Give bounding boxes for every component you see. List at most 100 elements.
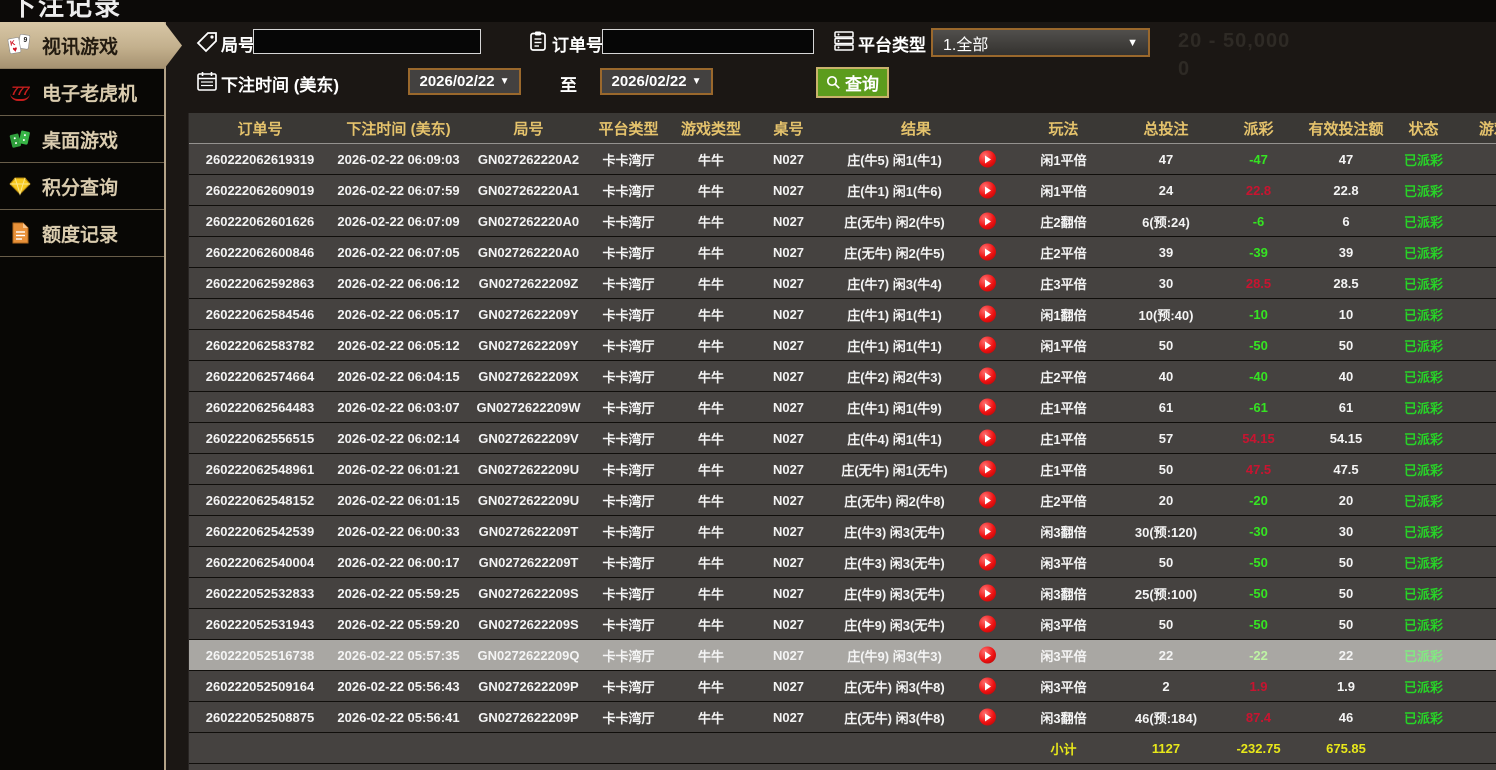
play-video-button[interactable] [979, 368, 996, 385]
cell-result: 庄(牛9) 闲3(无牛) [821, 578, 1011, 609]
play-video-button[interactable] [979, 616, 996, 633]
result-text: 庄(无牛) 闲2(牛5) [844, 215, 944, 230]
cell-order-no: 260222052509164 [189, 671, 331, 702]
cell-result: 庄(牛5) 闲1(牛1) [821, 144, 1011, 175]
cell-bet-time: 2026-02-22 05:59:25 [331, 578, 466, 609]
cell-platform-type: 卡卡湾厅 [591, 454, 666, 485]
play-video-button[interactable] [979, 430, 996, 447]
table-row[interactable]: 2602220625400042026-02-22 06:00:17GN0272… [189, 547, 1496, 578]
cell-round-no: GN027262220A2 [466, 144, 591, 175]
cell-game-type: 牛牛 [666, 702, 756, 733]
table-row[interactable]: 2602220525319432026-02-22 05:59:20GN0272… [189, 609, 1496, 640]
cell-total-bet: 20 [1116, 485, 1216, 516]
cell-table-no: N027 [756, 702, 821, 733]
col-header-round-no: 局号 [466, 113, 591, 144]
platform-type-select[interactable]: 1.全部 ▼ [931, 28, 1150, 57]
sidebar-item-label: 视讯游戏 [42, 32, 118, 59]
cell-game-type: 牛牛 [666, 609, 756, 640]
cell-order-no: 260222062540004 [189, 547, 331, 578]
cell-game-type: 牛牛 [666, 361, 756, 392]
sidebar-item-slots[interactable]: 777 电子老虎机 [0, 69, 164, 116]
play-video-button[interactable] [979, 461, 996, 478]
cell-total-bet: 61 [1116, 392, 1216, 423]
play-video-button[interactable] [979, 585, 996, 602]
cell-bet-time: 2026-02-22 05:59:20 [331, 609, 466, 640]
round-no-input[interactable] [253, 29, 481, 54]
order-no-label: 订单号 [552, 31, 603, 56]
cell-play-method: 闲1平倍 [1011, 144, 1116, 175]
play-video-button[interactable] [979, 554, 996, 571]
table-row[interactable]: 2602220625845462026-02-22 06:05:17GN0272… [189, 299, 1496, 330]
play-video-button[interactable] [979, 709, 996, 726]
play-video-button[interactable] [979, 647, 996, 664]
cell-platform-type: 卡卡湾厅 [591, 547, 666, 578]
table-row[interactable]: 2602220525091642026-02-22 05:56:43GN0272… [189, 671, 1496, 702]
cell-game-extra [1456, 547, 1496, 578]
search-icon [826, 75, 841, 90]
table-row[interactable]: 2602220625644832026-02-22 06:03:07GN0272… [189, 392, 1496, 423]
footer-empty-cell [756, 764, 821, 770]
sidebar-item-video-games[interactable]: 9 K♥ 视讯游戏 [0, 22, 189, 69]
sidebar-item-table-games[interactable]: 桌面游戏 [0, 116, 164, 163]
play-video-button[interactable] [979, 399, 996, 416]
chevron-down-icon: ▼ [500, 76, 510, 87]
table-row[interactable]: 2602220625837822026-02-22 06:05:12GN0272… [189, 330, 1496, 361]
table-row[interactable]: 2602220625746642026-02-22 06:04:15GN0272… [189, 361, 1496, 392]
play-video-button[interactable] [979, 337, 996, 354]
table-row[interactable]: 2602220525167382026-02-22 05:57:35GN0272… [189, 640, 1496, 671]
table-row[interactable]: 2602220626008462026-02-22 06:07:05GN0272… [189, 237, 1496, 268]
table-row[interactable]: 2602220625928632026-02-22 06:06:12GN0272… [189, 268, 1496, 299]
play-video-button[interactable] [979, 492, 996, 509]
play-video-button[interactable] [979, 213, 996, 230]
cell-total-bet: 50 [1116, 330, 1216, 361]
cell-status: 已派彩 [1391, 423, 1456, 454]
cell-platform-type: 卡卡湾厅 [591, 392, 666, 423]
date-from-picker[interactable]: 2026/02/22 ▼ [408, 68, 521, 95]
play-video-button[interactable] [979, 244, 996, 261]
cell-play-method: 闲3翻倍 [1011, 578, 1116, 609]
table-row[interactable]: 2602220525088752026-02-22 05:56:41GN0272… [189, 702, 1496, 733]
cell-play-method: 庄1平倍 [1011, 392, 1116, 423]
result-text: 庄(无牛) 闲2(牛5) [844, 246, 944, 261]
play-video-button[interactable] [979, 678, 996, 695]
table-row[interactable]: 2602220625481522026-02-22 06:01:15GN0272… [189, 485, 1496, 516]
search-button[interactable]: 查询 [816, 67, 889, 98]
order-no-input[interactable] [602, 29, 814, 54]
footer-empty-cell [1456, 733, 1496, 764]
date-to-picker[interactable]: 2026/02/22 ▼ [600, 68, 713, 95]
cell-table-no: N027 [756, 609, 821, 640]
play-video-button[interactable] [979, 275, 996, 292]
cell-table-no: N027 [756, 392, 821, 423]
play-video-button[interactable] [979, 151, 996, 168]
cell-round-no: GN0272622209S [466, 609, 591, 640]
cell-play-method: 闲1平倍 [1011, 175, 1116, 206]
table-row[interactable]: 2602220525328332026-02-22 05:59:25GN0272… [189, 578, 1496, 609]
result-text: 庄(牛7) 闲3(牛4) [847, 277, 942, 292]
footer-empty-cell [466, 764, 591, 770]
footer-empty-cell [591, 764, 666, 770]
sidebar-item-points[interactable]: 积分查询 [0, 163, 164, 210]
cell-order-no: 260222062600846 [189, 237, 331, 268]
cell-status: 已派彩 [1391, 144, 1456, 175]
play-video-button[interactable] [979, 306, 996, 323]
table-row[interactable]: 2602220625565152026-02-22 06:02:14GN0272… [189, 423, 1496, 454]
table-row[interactable]: 2602220625489612026-02-22 06:01:21GN0272… [189, 454, 1496, 485]
sidebar-item-quota-records[interactable]: 额度记录 [0, 210, 164, 257]
play-video-button[interactable] [979, 182, 996, 199]
page-title: 下注记录 [10, 0, 1496, 22]
table-row[interactable]: 2602220626090192026-02-22 06:07:59GN0272… [189, 175, 1496, 206]
table-row[interactable]: 2602220626016262026-02-22 06:07:09GN0272… [189, 206, 1496, 237]
footer-payout: -232.75 [1216, 764, 1301, 770]
cell-status: 已派彩 [1391, 299, 1456, 330]
cell-game-extra [1456, 423, 1496, 454]
table-row[interactable]: 2602220626193192026-02-22 06:09:03GN0272… [189, 144, 1496, 175]
cell-platform-type: 卡卡湾厅 [591, 423, 666, 454]
cell-total-bet: 25(预:100) [1116, 578, 1216, 609]
table-row[interactable]: 2602220625425392026-02-22 06:00:33GN0272… [189, 516, 1496, 547]
cell-game-type: 牛牛 [666, 423, 756, 454]
play-video-button[interactable] [979, 523, 996, 540]
cell-game-type: 牛牛 [666, 175, 756, 206]
footer-empty-cell [821, 764, 1011, 770]
cell-round-no: GN0272622209W [466, 392, 591, 423]
cell-game-type: 牛牛 [666, 578, 756, 609]
